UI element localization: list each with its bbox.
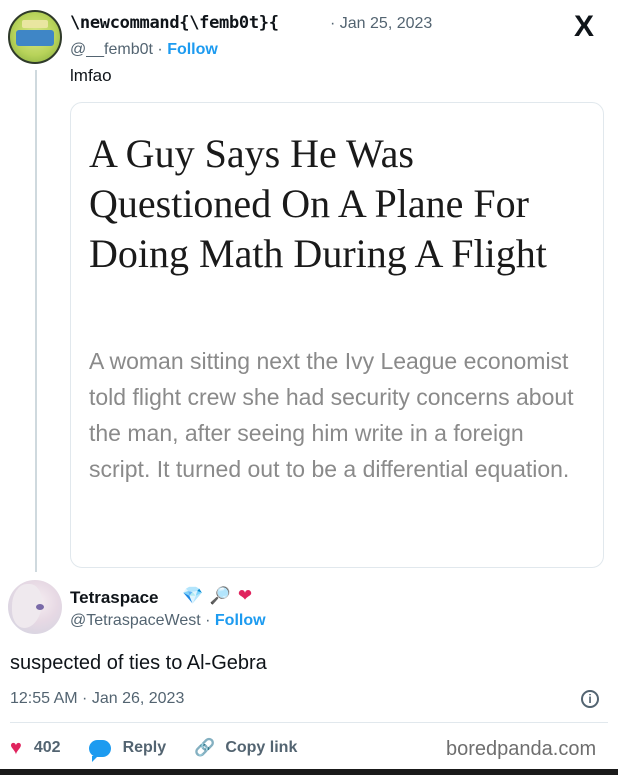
author-name[interactable]: \newcommand{\femb0t}{ [70,13,279,33]
reply-tweet-text: suspected of ties to Al-Gebra [10,652,267,674]
heart-emoji-icon: ❤ [237,586,254,605]
reply-bubble-icon [88,739,111,762]
x-logo-icon[interactable]: X [574,12,594,42]
gem-icon: 💎 [182,586,205,605]
copy-link-label: Copy link [225,739,298,756]
like-button[interactable]: ♥ 402 [10,737,61,760]
tweet-timestamp[interactable]: 12:55 AM · Jan 26, 2023 [10,690,184,708]
follow-button[interactable]: Follow [167,41,218,58]
reply-handle-row: @TetraspaceWest · Follow [70,612,266,630]
reply-button[interactable]: Reply [88,739,167,762]
tetraspace-avatar[interactable] [8,580,62,634]
copy-link-button[interactable]: 🔗 Copy link [194,738,297,758]
magnifier-icon: 🔎 [209,586,233,605]
link-icon: 🔗 [194,738,216,757]
divider [10,722,608,723]
avatar-graphic [16,30,54,46]
article-subtext: A woman sitting next the Ivy League econ… [89,348,574,482]
bottom-border [0,769,618,775]
watermark: boredpanda.com [446,738,597,760]
reply-author-handle[interactable]: @TetraspaceWest [70,612,201,629]
heart-icon: ♥ [10,736,22,759]
article-headline: A Guy Says He Was Questioned On A Plane … [89,131,547,276]
name-emojis: 💎 🔎 ❤ [182,586,253,606]
separator: · [205,612,215,629]
reply-label: Reply [122,739,167,756]
info-icon[interactable]: i [581,690,599,708]
author-handle-row: @__femb0t · Follow [70,41,218,59]
separator: · [157,41,168,58]
reply-author-name[interactable]: Tetraspace [70,588,159,608]
femb0t-avatar[interactable] [8,10,62,64]
thread-line [35,70,37,572]
avatar-graphic [22,20,48,28]
follow-button[interactable]: Follow [215,612,266,629]
post-date[interactable]: · Jan 25, 2023 [330,15,432,33]
like-count: 402 [33,739,61,756]
article-card[interactable]: A Guy Says He Was Questioned On A Plane … [70,102,604,568]
tweet-text: lmfao [70,66,112,85]
avatar-graphic [36,604,44,610]
action-bar: ♥ 402 Reply 🔗 Copy link [10,736,325,762]
author-handle[interactable]: @__femb0t [70,41,153,58]
